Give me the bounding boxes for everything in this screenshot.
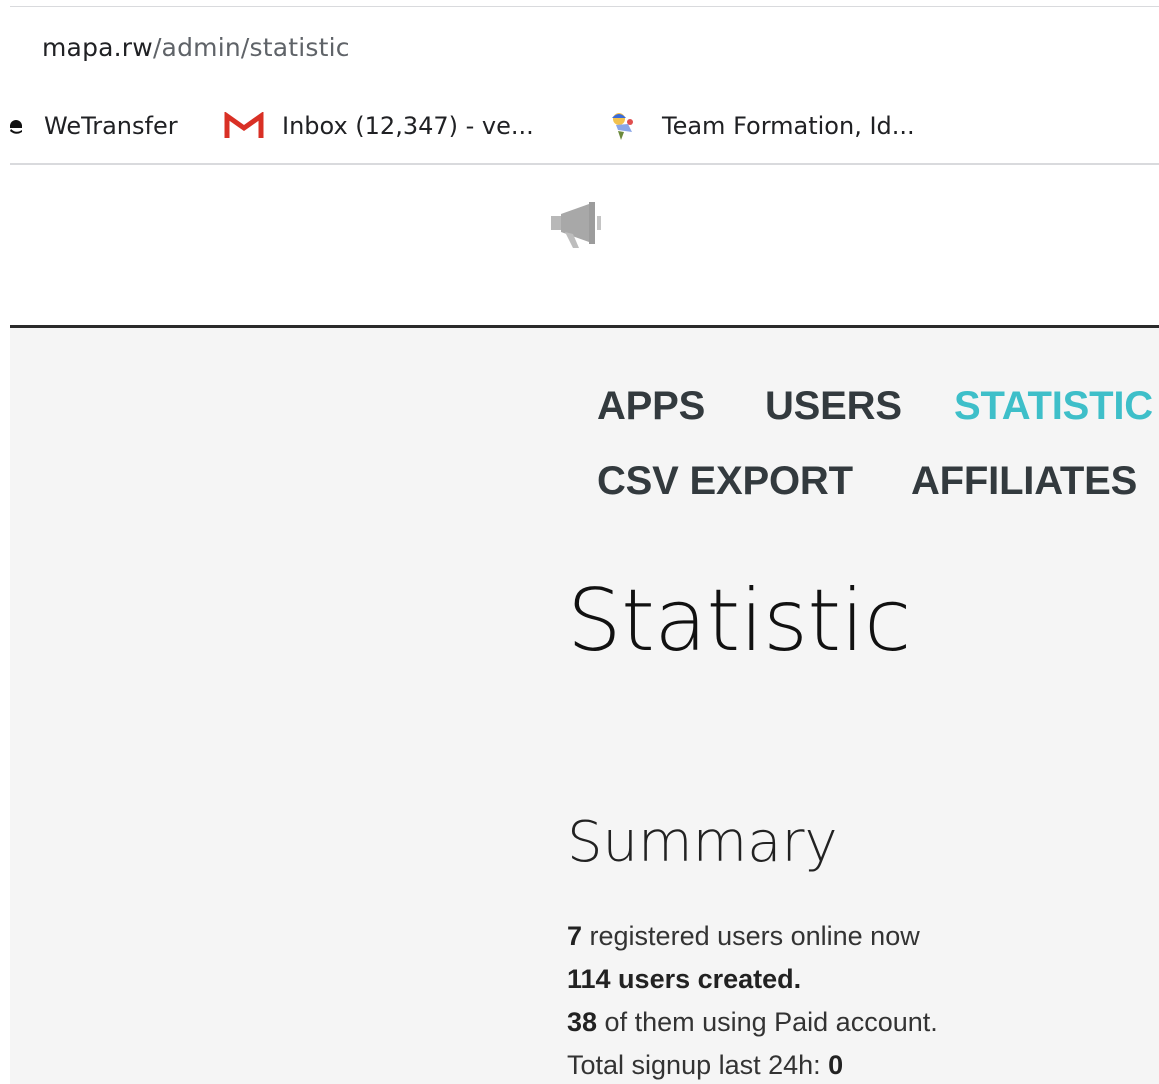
address-bar[interactable]: mapa.rw/admin/statistic (42, 33, 350, 62)
created-text: 114 users created. (567, 964, 802, 994)
nav-users[interactable]: USERS (765, 384, 902, 429)
nav-affiliates[interactable]: AFFILIATES (911, 459, 1137, 504)
bookmark-label: Inbox (12,347) - ve... (282, 112, 534, 140)
toolbar-border (10, 6, 1159, 7)
nav-statistic[interactable]: STATISTIC (954, 384, 1153, 429)
browser-window: mapa.rw/admin/statistic WeTransfer Inbox… (0, 0, 1159, 1084)
stat-paid-accounts: 38 of them using Paid account. (567, 1007, 938, 1038)
team-formation-icon (612, 113, 633, 140)
toolbar-divider (10, 163, 1159, 165)
online-count: 7 (567, 921, 583, 951)
signup-count: 0 (828, 1050, 844, 1080)
online-text: registered users online now (582, 921, 920, 951)
bookmark-wetransfer[interactable]: WeTransfer (8, 108, 178, 144)
bookmarks-bar: WeTransfer Inbox (12,347) - ve... Team F… (0, 108, 1159, 144)
url-path: /admin/statistic (152, 33, 350, 62)
gmail-icon (224, 112, 264, 138)
partial-favicon-icon (10, 120, 22, 134)
stat-online-users: 7 registered users online now (567, 921, 920, 952)
paid-count: 38 (567, 1007, 598, 1037)
signup-label: Total signup last 24h: (567, 1050, 829, 1080)
bookmark-gmail-inbox[interactable]: Inbox (12,347) - ve... (224, 108, 534, 144)
stat-users-created: 114 users created. (567, 964, 801, 995)
paid-text: of them using Paid account. (597, 1007, 938, 1037)
page-title: Statistic (567, 571, 911, 671)
bookmark-team-formation[interactable]: Team Formation, Id... (606, 108, 915, 144)
stat-signups-24h: Total signup last 24h: 0 (567, 1050, 843, 1081)
summary-heading: Summary (567, 810, 838, 875)
nav-apps[interactable]: APPS (597, 384, 705, 429)
megaphone-icon[interactable] (549, 198, 615, 250)
main-content: APPS USERS STATISTIC CSV EXPORT AFFILIAT… (10, 328, 1159, 1084)
nav-csv-export[interactable]: CSV EXPORT (597, 459, 853, 504)
bookmark-label: WeTransfer (44, 112, 178, 140)
bookmark-label: Team Formation, Id... (662, 112, 915, 140)
url-host: mapa.rw (42, 33, 153, 62)
